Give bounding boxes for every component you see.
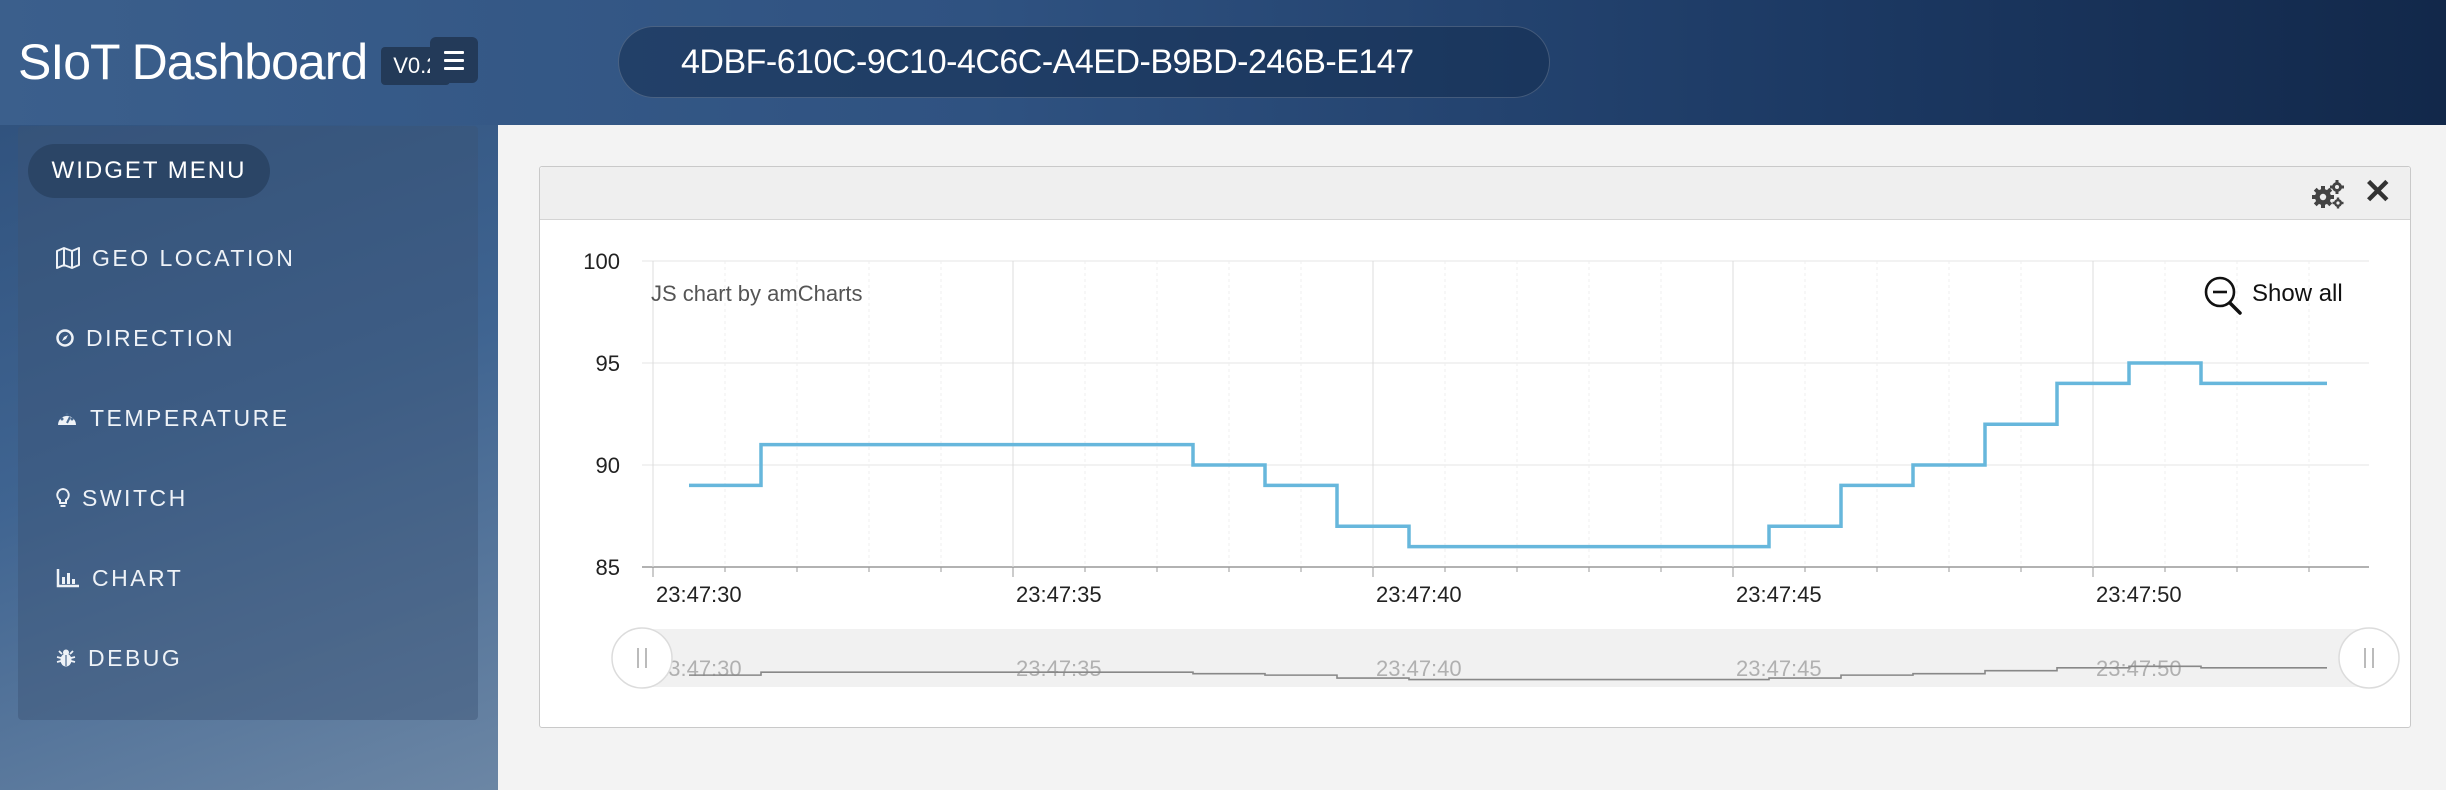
hamburger-icon-bar [444,58,464,62]
app-title: SIoT Dashboard [18,34,368,90]
y-tick-label: 85 [596,555,620,580]
hamburger-icon-bar [444,66,464,70]
sidebar-item-geo-location[interactable]: GEO LOCATION [56,238,295,278]
x-tick-label: 23:47:50 [2096,582,2182,607]
widget-menu-button[interactable]: WIDGET MENU [28,144,270,198]
y-tick-label: 100 [583,249,620,274]
zoom-out-icon-handle [2228,301,2242,315]
sidebar-item-debug[interactable]: DEBUG [56,638,182,678]
scrollbar-tick-label: 23:47:35 [1016,656,1102,681]
scrollbar-tick-label: 23:47:40 [1376,656,1462,681]
close-icon[interactable]: ✕ [2364,175,2393,209]
sidebar-item-switch[interactable]: SWITCH [56,478,188,518]
show-all-button[interactable]: Show all [2252,280,2343,307]
lightbulb-icon [56,488,70,507]
x-tick-label: 23:47:45 [1736,582,1822,607]
compass-icon [56,329,74,347]
hamburger-icon-bar [444,50,464,54]
sidebar-item-label: SWITCH [82,484,188,511]
series-line [689,361,2327,549]
bug-icon [56,649,76,667]
gauge-icon [58,413,76,425]
scrollbar-left-grip[interactable] [611,627,673,689]
y-tick-label: 90 [596,453,620,478]
sidebar-item-label: TEMPERATURE [90,404,290,431]
line-chart: 85 90 95 100 23:47:30 23:47:35 23:47:40 23:47:4… [583,249,2400,689]
hamburger-menu-button[interactable] [430,37,478,83]
y-tick-label: 95 [596,351,620,376]
sidebar-item-label: GEO LOCATION [92,244,296,271]
map-icon [56,247,80,269]
widget-header: ✕ [540,167,2410,220]
bar-chart-icon [56,569,79,588]
sidebar-item-chart[interactable]: CHART [56,558,183,598]
scrollbar-right-grip[interactable] [2338,627,2400,689]
x-tick-label: 23:47:30 [656,582,742,607]
sidebar-item-direction[interactable]: DIRECTION [56,318,235,358]
sidebar-item-temperature[interactable]: TEMPERATURE [56,398,290,438]
chart-credit[interactable]: JS chart by amCharts [651,281,863,306]
settings-gears-icon[interactable] [2310,179,2346,211]
sidebar-item-label: DIRECTION [86,324,235,351]
x-tick-label: 23:47:35 [1016,582,1102,607]
x-tick-label: 23:47:40 [1376,582,1462,607]
top-bar: SIoT Dashboard V0.2 4DBF-610C-9C10-4C6C-… [0,0,2446,125]
scrollbar-tick-label: 23:47:45 [1736,656,1822,681]
sidebar-item-label: DEBUG [88,644,183,671]
device-id-display[interactable]: 4DBF-610C-9C10-4C6C-A4ED-B9BD-246B-E147 [618,26,1550,98]
brand: SIoT Dashboard V0.2 [18,22,451,102]
sidebar: WIDGET MENU GEO LOCATION DIRECTION TEMPE… [18,126,478,720]
sidebar-item-label: CHART [92,564,184,591]
